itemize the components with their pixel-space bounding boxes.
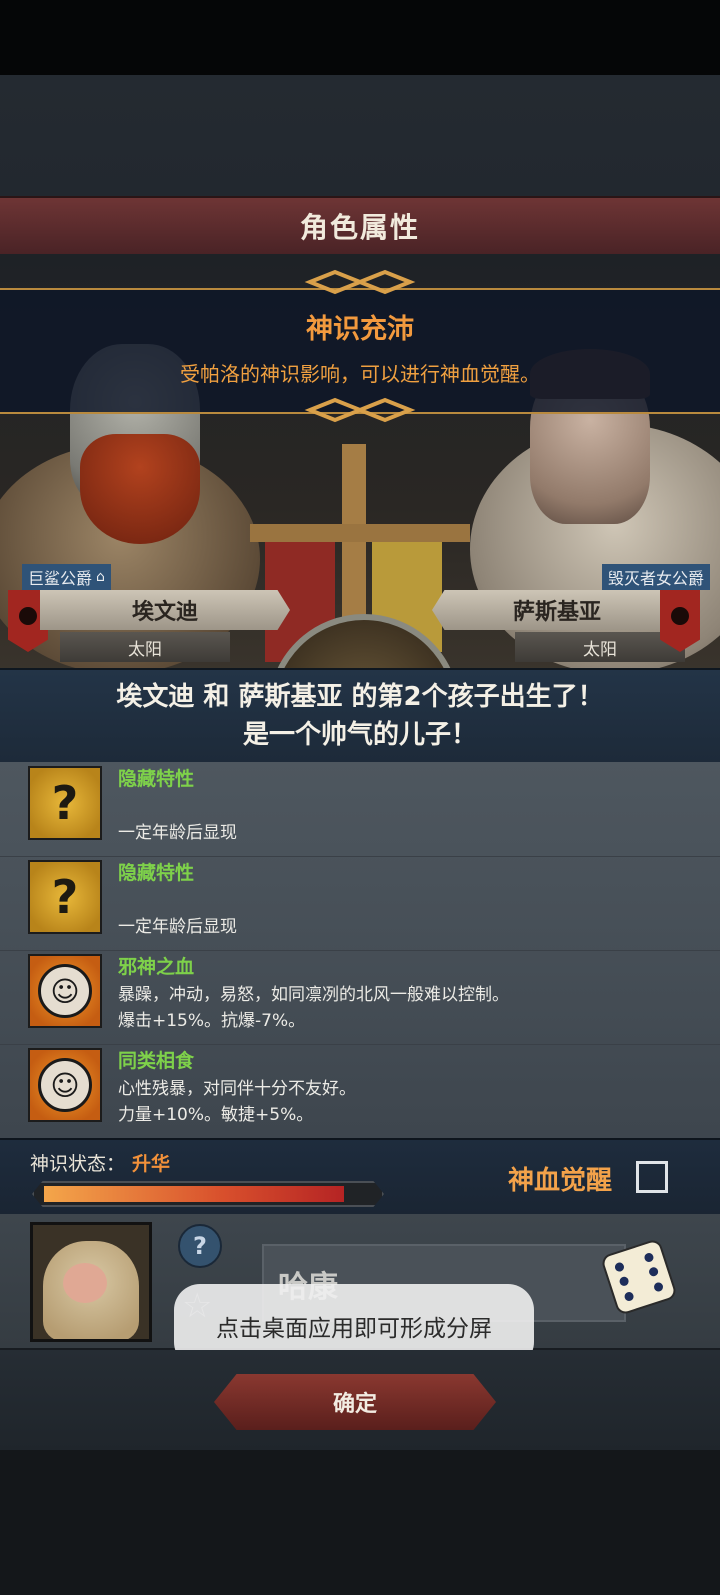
mother-sign-plate: 太阳 [515, 632, 685, 662]
god-sense-description: 受帕洛的神识影响，可以进行神血觉醒。 [180, 362, 540, 386]
trait-item[interactable]: ☺ 邪神之血 暴躁，冲动，易怒，如同凛冽的北风一般难以控制。 爆击+15%。抗爆… [0, 950, 720, 1045]
toast-text: 点击桌面应用即可形成分屏 [216, 1316, 492, 1342]
mother-title: 毁灭者女公爵 [607, 569, 704, 588]
confirm-button[interactable]: 确定 [214, 1374, 496, 1430]
trait-effect: 一定年龄后显现 [118, 823, 237, 843]
progress-fill [44, 1186, 344, 1202]
top-status-area [0, 0, 720, 75]
father-red-beard [80, 434, 200, 544]
question-icon: ? [28, 766, 102, 840]
birth-message: 埃文迪 和 萨斯基亚 的第2个孩子出生了！ 是一个帅气的儿子！ [0, 668, 720, 764]
mother-nameplate: 萨斯基亚 [432, 590, 682, 630]
trait-description: 暴躁，冲动，易怒，如同凛冽的北风一般难以控制。 [118, 985, 509, 1005]
ornament-bottom-icon [304, 397, 416, 423]
birth-message-line2: 是一个帅气的儿子！ [242, 720, 477, 750]
trait-effect: 力量+10%。敏捷+5%。 [118, 1105, 314, 1125]
house-icon: ⌂ [96, 569, 105, 585]
status-value: 升华 [132, 1153, 171, 1175]
father-sign-plate: 太阳 [60, 632, 230, 662]
smiling-sun-icon: ☺ [28, 1048, 102, 1122]
father-title-badge: 巨鲨公爵 ⌂ [22, 564, 111, 590]
blood-awaken-checkbox[interactable] [636, 1161, 668, 1193]
birth-message-line1: 埃文迪 和 萨斯基亚 的第2个孩子出生了！ [116, 682, 604, 712]
question-icon: ? [28, 860, 102, 934]
father-sign: 太阳 [128, 639, 162, 660]
page-title: 角色属性 [299, 211, 420, 244]
help-icon[interactable]: ? [178, 1224, 222, 1268]
trait-item[interactable]: ? 隐藏特性 一定年龄后显现 [0, 856, 720, 951]
mother-sign: 太阳 [583, 639, 617, 660]
status-label: 神识状态： [30, 1153, 126, 1175]
trait-effect: 爆击+15%。抗爆-7%。 [118, 1011, 306, 1031]
ornament-top-icon [304, 269, 416, 295]
banner-crossbar [250, 524, 470, 542]
mother-crest-icon [660, 590, 700, 652]
father-name: 埃文迪 [131, 600, 198, 625]
mother-title-badge: 毁灭者女公爵 [601, 564, 710, 590]
mother-name: 萨斯基亚 [512, 600, 601, 625]
trait-name: 同类相食 [118, 1050, 195, 1072]
trait-item[interactable]: ? 隐藏特性 一定年龄后显现 [0, 762, 720, 857]
trait-name: 隐藏特性 [118, 862, 195, 884]
father-nameplate: 埃文迪 [40, 590, 290, 630]
trait-item[interactable]: ☺ 同类相食 心性残暴，对同伴十分不友好。 力量+10%。敏捷+5%。 [0, 1044, 720, 1138]
trait-list: ? 隐藏特性 一定年龄后显现 ? 隐藏特性 一定年龄后显现 ☺ 邪神之血 暴躁，… [0, 762, 720, 1138]
confirm-label: 确定 [332, 1392, 377, 1417]
blood-awaken-label: 神血觉醒 [508, 1166, 613, 1196]
god-sense-title: 神识充沛 [306, 314, 414, 345]
child-avatar [30, 1222, 152, 1342]
title-bar: 角色属性 [0, 196, 720, 256]
trait-name: 邪神之血 [118, 956, 195, 978]
trait-description: 心性残暴，对同伴十分不友好。 [118, 1079, 356, 1099]
baby-face [63, 1263, 107, 1303]
bottom-area [0, 1450, 720, 1595]
trait-effect: 一定年龄后显现 [118, 917, 237, 937]
god-sense-progress-bar [32, 1181, 384, 1207]
father-title: 巨鲨公爵 [28, 569, 93, 588]
smiling-sun-icon: ☺ [28, 954, 102, 1028]
trait-name: 隐藏特性 [118, 768, 195, 790]
